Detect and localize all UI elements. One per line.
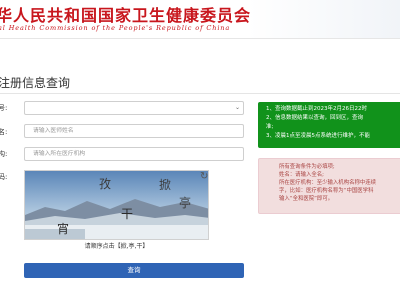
tips-line: 输入“全和医院”即可。 [279, 196, 334, 202]
tips-line: 所在医疗机构：至少输入机构名称中连续 [279, 180, 377, 186]
captcha-char-5[interactable]: 宵 [57, 221, 69, 236]
query-button[interactable]: 查询 [24, 263, 244, 278]
captcha-char-2[interactable]: 掀 [159, 178, 171, 192]
captcha-image[interactable]: 孜 掀 亭 干 宵 [24, 170, 209, 240]
tips-line: 所有查询条件为必填项; [279, 164, 335, 170]
notice-box: 1、查询数据截止到2023年2月26日22时 2、信息数据结果以查询，回到区，查… [258, 102, 400, 148]
notice-line: 2、信息数据结果以查询，回到区，查询 [266, 115, 364, 121]
field-label-1: 号: [0, 104, 8, 112]
institution-input[interactable]: 请输入所在医疗机构 [24, 147, 244, 161]
category-select[interactable]: ⌄ [24, 101, 244, 115]
field-label-3: 构: [0, 150, 8, 158]
tips-line: 姓名：请输入全名; [279, 172, 324, 178]
notice-line: 3、凌晨1点至凌晨5点系统进行维护，不能 [266, 133, 370, 139]
doctor-name-input[interactable]: 请输入医师姓名 [24, 124, 244, 138]
title-divider [0, 93, 400, 94]
site-header: 华人民共和国国家卫生健康委员会 al Health Commission of … [0, 0, 400, 39]
field-label-2: 名: [0, 128, 8, 136]
notice-line: 准; [266, 124, 274, 130]
field-label-4: 码: [0, 173, 8, 181]
captcha-char-3[interactable]: 亭 [179, 195, 191, 210]
site-logo-english: al Health Commission of the People's Rep… [0, 24, 231, 32]
captcha-char-1[interactable]: 孜 [99, 177, 111, 191]
notice-line: 1、查询数据截止到2023年2月26日22时 [266, 106, 367, 112]
chevron-down-icon: ⌄ [234, 104, 240, 111]
refresh-icon[interactable]: ↻ [200, 172, 208, 182]
page-title: 注册信息查询 [0, 76, 71, 90]
captcha-char-4[interactable]: 干 [121, 207, 133, 221]
tips-box: 所有查询条件为必填项; 姓名：请输入全名; 所在医疗机构：至少输入机构名称中连续… [258, 158, 400, 214]
site-logo-chinese[interactable]: 华人民共和国国家卫生健康委员会 [0, 2, 251, 26]
tips-line: 字，比如：医疗机构名称为“中国医学科 [279, 188, 374, 194]
captcha-hint: 请顺序点击【掀,亭,干】 [84, 243, 149, 250]
